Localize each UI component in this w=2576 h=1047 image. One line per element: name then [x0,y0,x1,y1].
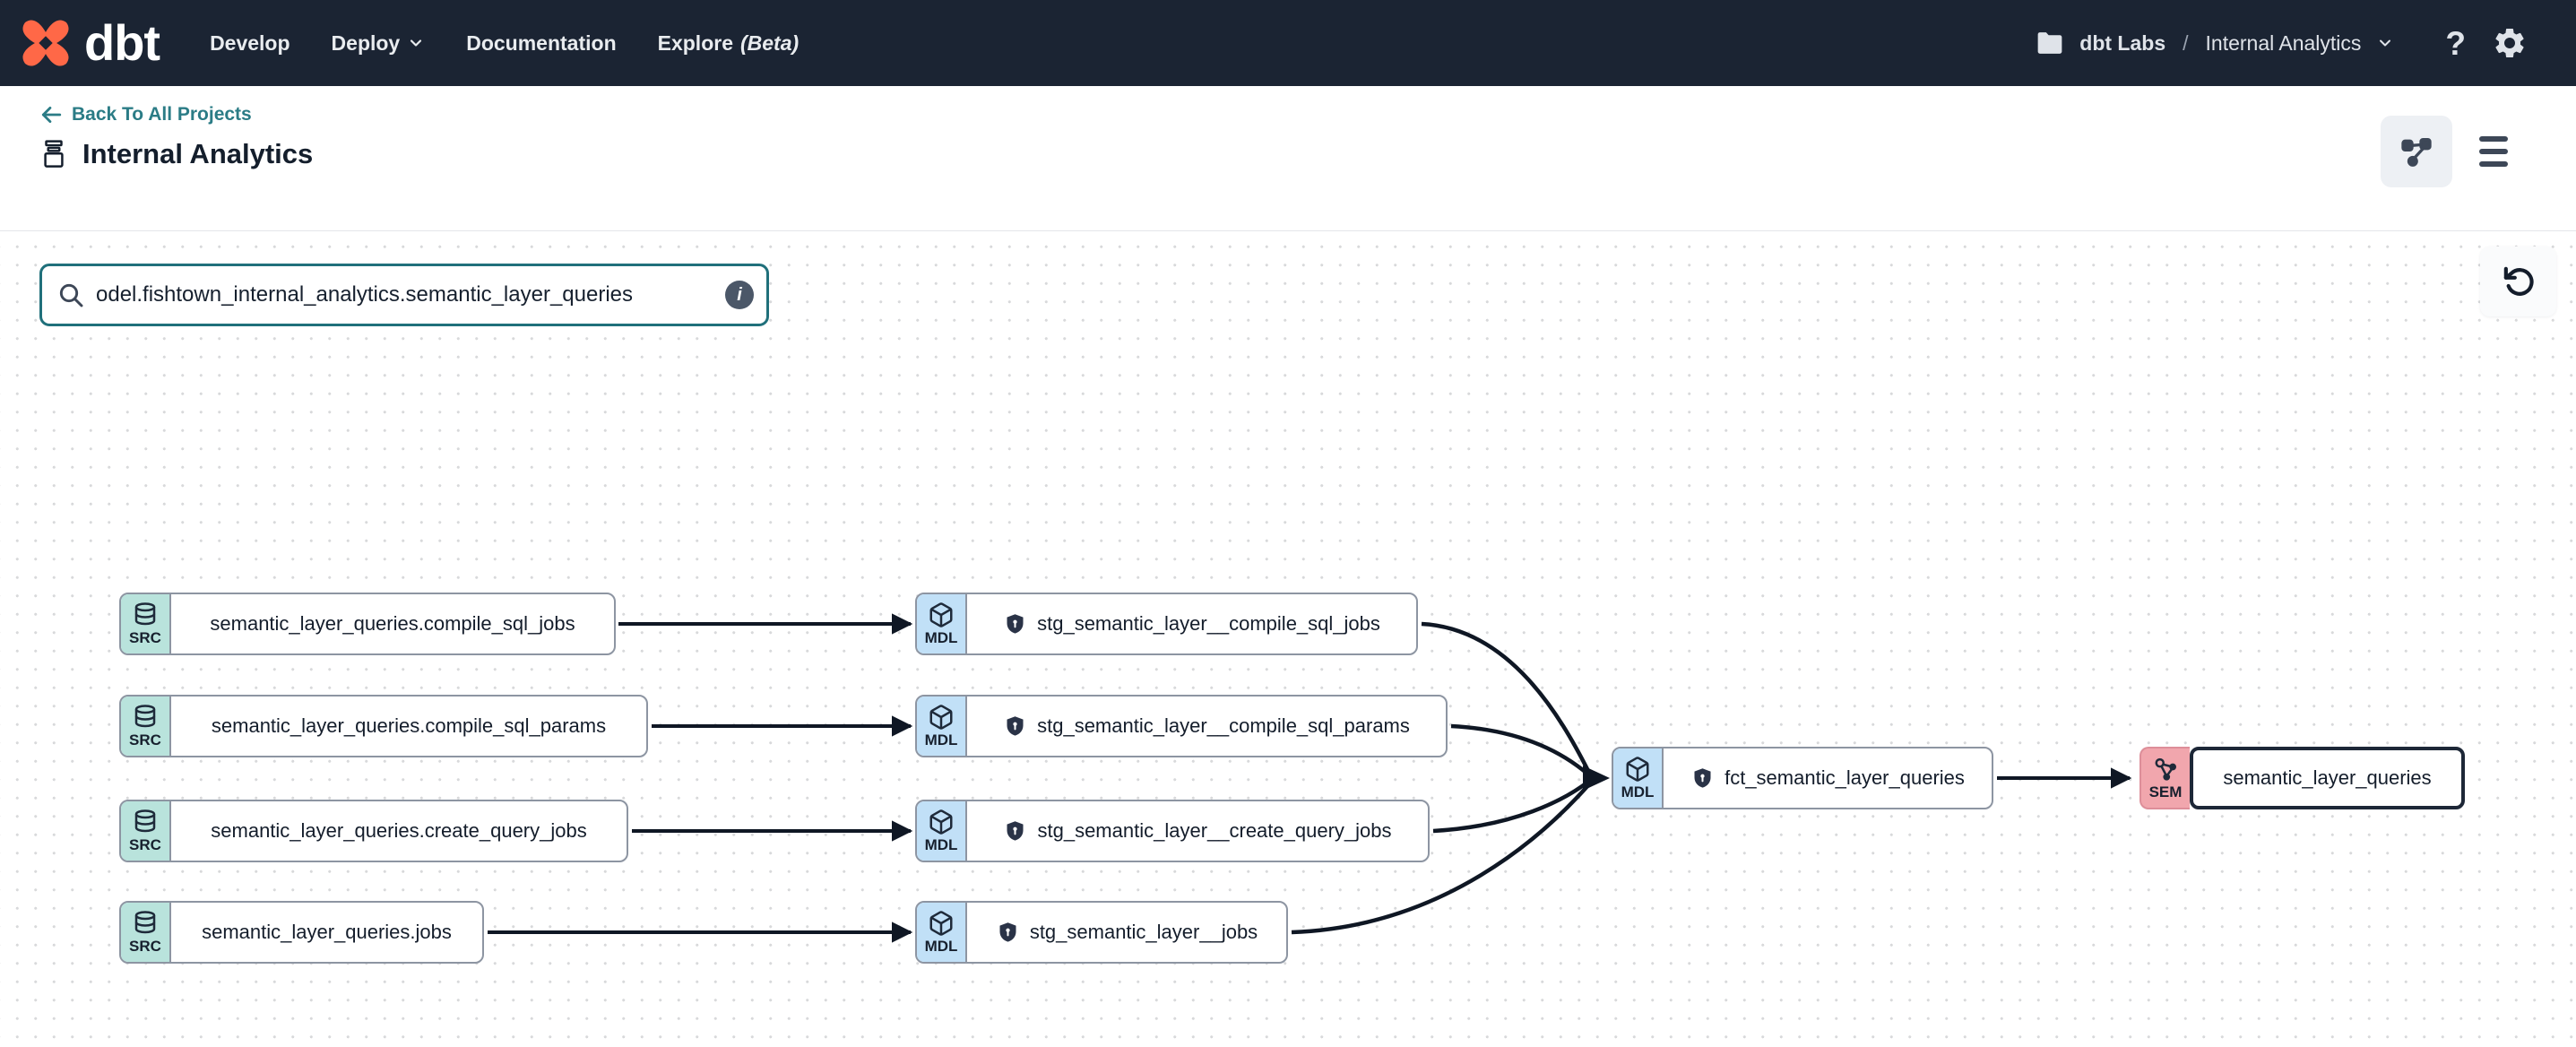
graph-node-source[interactable]: SRC semantic_layer_queries.compile_sql_j… [119,593,616,655]
nav-item-explore[interactable]: Explore (Beta) [658,31,800,56]
model-badge: MDL [917,903,967,962]
semantic-badge: SEM [2139,747,2190,809]
lineage-search[interactable]: odel.fishtown_internal_analytics.semanti… [39,264,769,326]
account-name[interactable]: dbt Labs [2079,31,2165,56]
dbt-logo-icon [20,17,72,69]
dbt-logo[interactable]: dbt [20,17,160,69]
folder-icon [2036,30,2064,56]
model-badge: MDL [1613,748,1664,808]
reset-icon [2501,264,2537,299]
node-label: semantic_layer_queries.compile_sql_param… [171,697,646,756]
nav-item-develop[interactable]: Develop [210,31,290,56]
database-icon [132,910,159,937]
source-badge: SRC [121,903,171,962]
cube-icon [1624,756,1651,783]
project-icon [39,139,68,169]
node-label: stg_semantic_layer__create_query_jobs [967,801,1428,861]
project-selector[interactable]: Internal Analytics [2206,31,2362,56]
nav-item-documentation[interactable]: Documentation [466,31,616,56]
nav-account-area: dbt Labs / Internal Analytics ? [2036,25,2528,61]
source-badge: SRC [121,697,171,756]
info-icon[interactable]: i [725,281,754,309]
node-label: stg_semantic_layer__compile_sql_params [967,697,1446,756]
graph-node-source[interactable]: SRC semantic_layer_queries.create_query_… [119,800,628,862]
node-label: stg_semantic_layer__compile_sql_jobs [967,594,1416,653]
lineage-canvas[interactable]: odel.fishtown_internal_analytics.semanti… [0,231,2576,1047]
explore-beta-label: (Beta) [740,31,799,56]
node-label: semantic_layer_queries.create_query_jobs [171,801,627,861]
graph-node-source[interactable]: SRC semantic_layer_queries.jobs [119,901,484,964]
lineage-icon [2399,134,2434,169]
source-badge: SRC [121,594,171,653]
cube-icon [928,601,955,628]
cube-icon [928,809,955,835]
help-icon[interactable]: ? [2445,27,2466,60]
model-badge: MDL [917,697,967,756]
menu-button[interactable] [2479,130,2522,173]
semantic-triangle-icon [2152,756,2179,783]
database-icon [132,809,159,835]
database-icon [132,704,159,731]
nav-menu: Develop Deploy Documentation Explore (Be… [210,31,799,56]
graph-node-semantic-selected[interactable]: SEM semantic_layer_queries [2139,747,2465,809]
search-icon [56,281,85,309]
breadcrumb-separator: / [2183,31,2188,56]
chevron-down-icon[interactable] [2376,34,2394,52]
shield-icon [1003,819,1027,844]
cube-icon [928,704,955,731]
hamburger-icon [2479,136,2508,142]
shield-icon [1003,612,1027,636]
back-to-projects-link[interactable]: Back To All Projects [39,104,252,125]
shield-icon [996,921,1020,945]
graph-node-model[interactable]: MDL stg_semantic_layer__jobs [915,901,1288,964]
page-header: Back To All Projects Internal Analytics [0,86,2576,231]
cube-icon [928,910,955,937]
lineage-view-button[interactable] [2381,116,2452,187]
graph-node-model[interactable]: MDL stg_semantic_layer__compile_sql_para… [915,695,1448,757]
back-arrow-icon [39,105,63,125]
top-nav: dbt Develop Deploy Documentation Explore… [0,0,2576,86]
database-icon [132,601,159,628]
node-label: stg_semantic_layer__jobs [967,903,1286,962]
node-label: semantic_layer_queries.compile_sql_jobs [171,594,614,653]
graph-node-model[interactable]: MDL stg_semantic_layer__compile_sql_jobs [915,593,1418,655]
node-label: semantic_layer_queries [2190,747,2465,809]
title-row: Internal Analytics [39,138,313,170]
graph-node-model[interactable]: MDL fct_semantic_layer_queries [1612,747,1993,809]
gear-icon[interactable] [2492,25,2528,61]
graph-node-source[interactable]: SRC semantic_layer_queries.compile_sql_p… [119,695,648,757]
page-title: Internal Analytics [82,138,313,170]
source-badge: SRC [121,801,171,861]
shield-icon [1003,714,1027,739]
node-label: semantic_layer_queries.jobs [171,903,482,962]
node-label: fct_semantic_layer_queries [1664,748,1992,808]
shield-icon [1690,766,1715,791]
brand-text: dbt [84,18,160,68]
reset-view-button[interactable] [2480,247,2556,316]
chevron-down-icon [407,34,425,52]
search-input[interactable]: odel.fishtown_internal_analytics.semanti… [96,282,714,307]
nav-item-deploy[interactable]: Deploy [332,31,426,56]
model-badge: MDL [917,594,967,653]
header-actions [2381,116,2522,187]
graph-node-model[interactable]: MDL stg_semantic_layer__create_query_job… [915,800,1430,862]
model-badge: MDL [917,801,967,861]
